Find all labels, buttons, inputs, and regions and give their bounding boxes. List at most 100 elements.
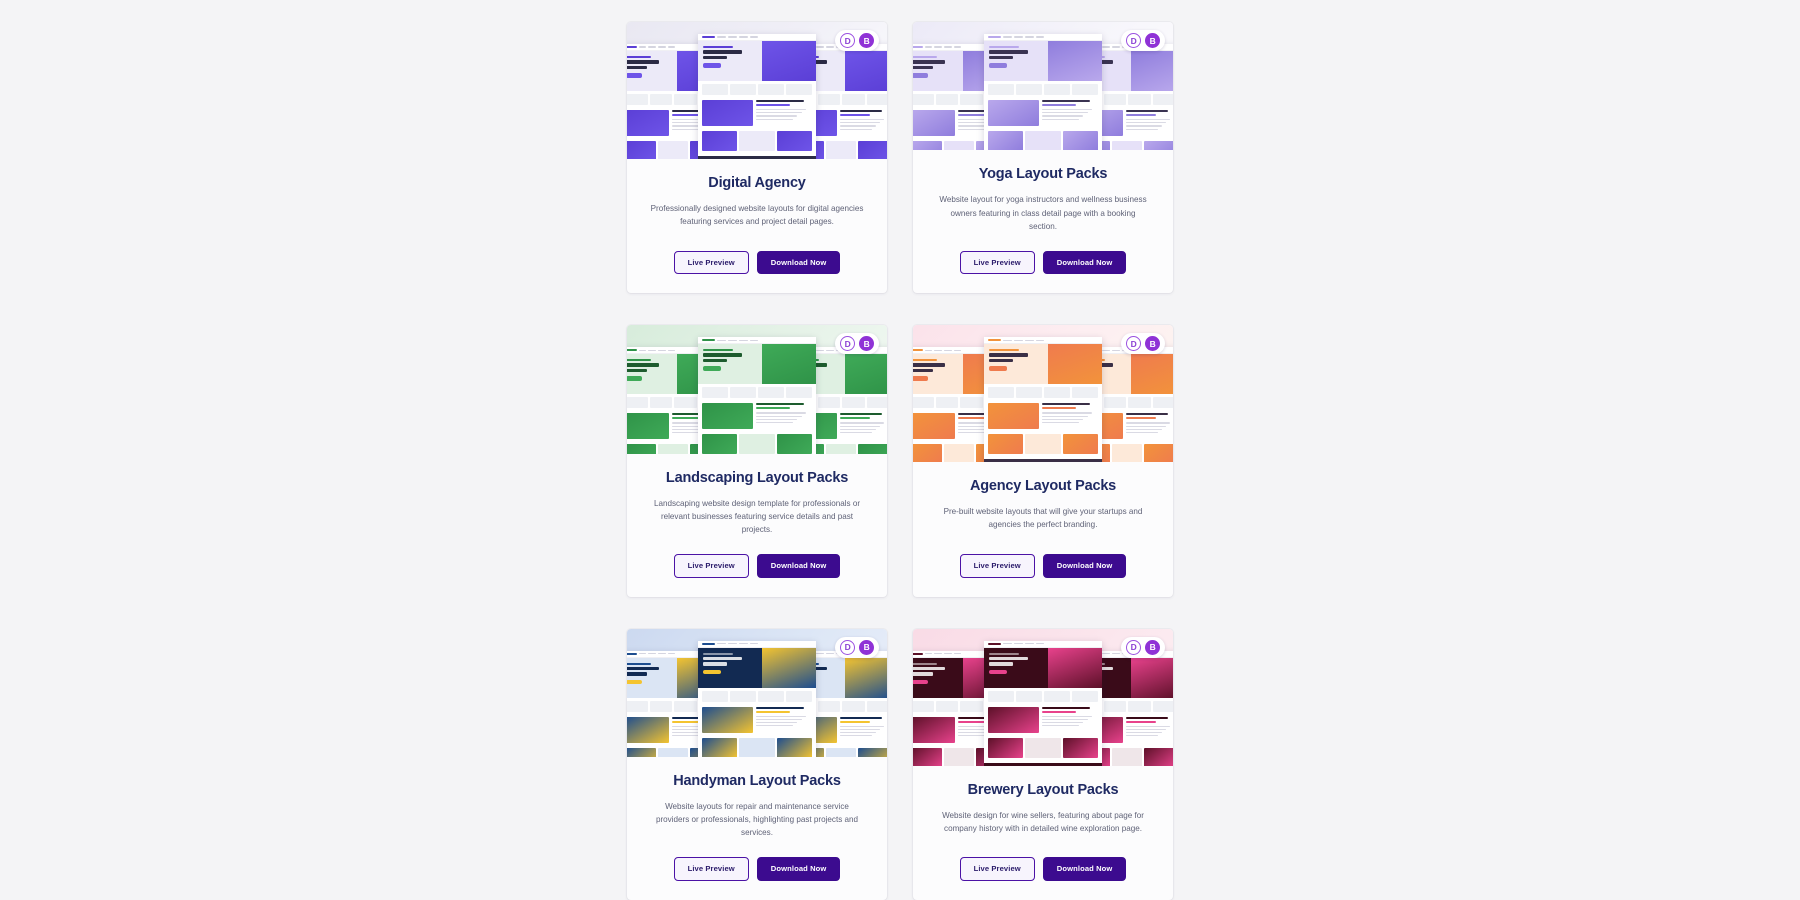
mock-bar [989, 55, 1014, 59]
builder-badge[interactable]: B [859, 33, 874, 48]
mock-content-block [698, 401, 816, 431]
live-preview-button[interactable]: Live Preview [959, 250, 1035, 275]
download-now-button[interactable]: Download Now [756, 250, 841, 275]
mock-bar [913, 679, 928, 685]
card-thumbnail[interactable]: DB [627, 628, 887, 758]
download-now-button[interactable]: Download Now [756, 857, 841, 881]
divi-badge[interactable]: D [1126, 639, 1141, 655]
mock-feature-row [984, 81, 1102, 98]
download-now-button[interactable]: Download Now [1042, 857, 1127, 881]
mock-navbar [698, 337, 816, 345]
mock-bar [1041, 109, 1093, 111]
mock-photo [988, 737, 1024, 758]
card-body: Digital Agency Professionally designed we… [627, 159, 887, 293]
mock-bar [627, 652, 637, 655]
mock-bar [703, 63, 722, 68]
mock-feature-cell [1103, 94, 1126, 105]
mock-bar [1041, 104, 1076, 106]
mock-photo-strip [698, 431, 816, 454]
layout-pack-card-brewery-layout-packs: D B Brewery Layout Packs Website design for… [913, 628, 1173, 900]
divi-badge[interactable]: D [840, 33, 855, 48]
mock-feature-cell [627, 397, 648, 409]
mock-content-text [1041, 706, 1098, 733]
divi-badge[interactable]: D [840, 336, 855, 352]
divi-badge[interactable]: D [1126, 33, 1141, 48]
mock-hero-text [698, 648, 762, 688]
mock-content-image [913, 413, 956, 440]
card-title: Handyman Layout Packs [673, 773, 841, 790]
card-thumbnail[interactable]: DB [913, 628, 1173, 766]
mock-content-text [1126, 716, 1173, 743]
live-preview-button[interactable]: Live Preview [673, 554, 749, 578]
mock-feature-cell [1152, 94, 1173, 105]
card-thumbnail[interactable]: DB [913, 22, 1173, 151]
mock-bar [1126, 110, 1168, 112]
live-preview-button[interactable]: Live Preview [959, 554, 1035, 578]
mock-bar [943, 652, 952, 655]
mock-bar [1126, 728, 1167, 731]
mock-bar [703, 55, 728, 59]
mock-bar [913, 60, 946, 64]
builder-badge[interactable]: B [1145, 33, 1160, 48]
mock-bar [840, 125, 877, 127]
builder-badge[interactable]: B [1145, 639, 1160, 655]
card-actions: Live Preview Download Now [673, 554, 841, 578]
mock-bar [1126, 431, 1159, 434]
mock-hero-image [761, 647, 816, 688]
card-title: Landscaping Layout Packs [665, 469, 849, 486]
card-thumbnail[interactable]: DB [627, 22, 887, 159]
card-thumbnail[interactable]: DB [913, 325, 1173, 463]
download-now-button[interactable]: Download Now [1042, 250, 1127, 275]
mock-hero-text [913, 51, 963, 91]
mock-feature-cell [1044, 84, 1070, 95]
mock-feature-cell [1044, 387, 1070, 399]
mock-photo [858, 747, 887, 758]
mock-photo-strip [698, 735, 816, 758]
mock-bar [667, 349, 676, 352]
mock-bar [738, 642, 748, 645]
mock-photo [1144, 444, 1173, 463]
mock-photo [1062, 131, 1098, 151]
mock-bar [1003, 339, 1012, 342]
mock-photo [657, 747, 689, 758]
card-body: Agency Layout Packs Pre-built website lay… [913, 462, 1173, 596]
download-now-button[interactable]: Download Now [1042, 554, 1127, 578]
builder-badge[interactable]: B [859, 336, 874, 352]
mock-bar [755, 415, 802, 417]
mock-bar [1126, 735, 1159, 737]
mock-hero-text [913, 354, 963, 394]
mock-photo [627, 141, 656, 159]
mock-navbar [984, 640, 1102, 648]
mock-photo [627, 444, 656, 454]
mock-photo [627, 747, 656, 758]
divi-badge[interactable]: D [1126, 336, 1141, 352]
mock-content-image [627, 716, 670, 743]
mock-bar [840, 732, 877, 734]
mock-photo [1062, 434, 1098, 455]
live-preview-button[interactable]: Live Preview [673, 857, 749, 881]
mock-feature-cell [842, 397, 865, 409]
mock-bar [1126, 125, 1163, 127]
mock-navbar [698, 34, 816, 41]
live-preview-button[interactable]: Live Preview [673, 250, 749, 275]
builder-badge[interactable]: B [1145, 336, 1160, 352]
live-preview-button[interactable]: Live Preview [959, 857, 1035, 881]
mock-bar [913, 349, 923, 352]
divi-badge[interactable]: D [840, 639, 855, 655]
thumbnail-screen [698, 337, 816, 454]
download-now-button[interactable]: Download Now [756, 554, 841, 578]
builder-badge[interactable]: B [859, 639, 874, 655]
mock-feature-cell [866, 397, 887, 409]
mock-photo [702, 131, 738, 151]
mock-content-text [1126, 110, 1173, 136]
mock-bar [727, 36, 737, 38]
card-thumbnail[interactable]: DB [627, 325, 887, 454]
mock-bar [1126, 417, 1156, 420]
mock-feature-cell [674, 700, 697, 712]
mock-bar [816, 652, 824, 655]
mock-hero-text [698, 344, 762, 384]
mock-feature-cell [817, 94, 840, 105]
mock-bar [1041, 407, 1076, 410]
mock-bar [989, 358, 1014, 363]
mock-feature-cell [702, 84, 728, 95]
